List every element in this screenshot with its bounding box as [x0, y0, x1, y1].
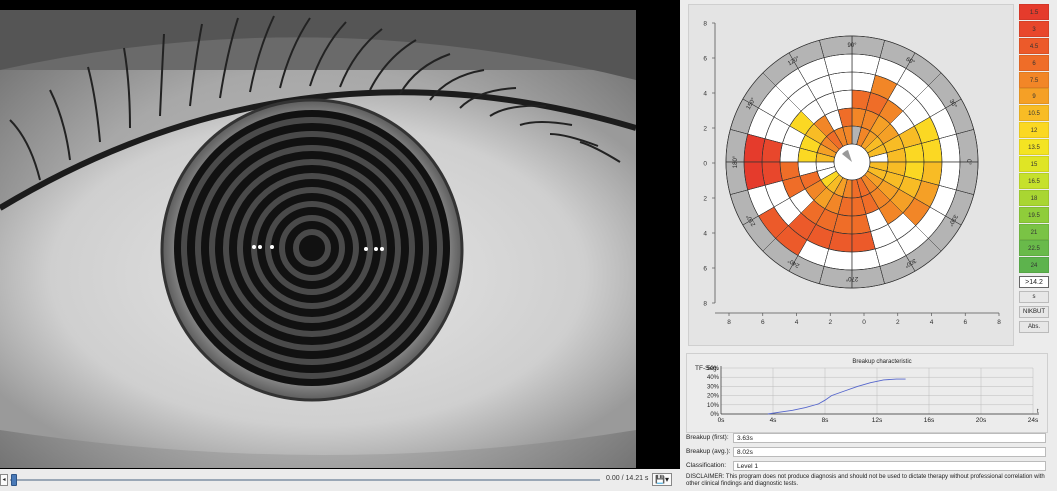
seek-track[interactable] — [10, 479, 600, 481]
y-tick-label: 4 — [703, 231, 707, 238]
breakup-y-tick: 20% — [707, 394, 720, 400]
save-dropdown-button[interactable]: 💾▾ — [652, 473, 672, 486]
breakup-avg-row: Breakup (avg.): 8.02s — [686, 447, 1048, 458]
time-readout: 0.00 / 14.21 s — [606, 475, 649, 482]
legend-swatch: 19.5 — [1019, 206, 1049, 223]
play-button[interactable]: ◂ — [0, 474, 8, 486]
breakup-x-tick: 4s — [770, 417, 778, 424]
legend-swatch: 13.5 — [1019, 139, 1049, 156]
breakup-chart: Breakup characteristicTF-Seg.50%40%30%20… — [695, 359, 1039, 424]
breakup-first-value: 3.63s — [733, 433, 1046, 443]
y-tick-label: 8 — [703, 301, 707, 308]
breakup-x-tick: 8s — [822, 417, 830, 424]
angle-label: 90° — [847, 43, 857, 49]
breakup-x-tick: 0s — [718, 417, 726, 424]
disclaimer-text: DISCLAIMER: This program does not produc… — [686, 474, 1045, 487]
angle-label: 0° — [965, 159, 971, 165]
x-tick-label: 4 — [795, 319, 799, 326]
legend-swatch: 7.5 — [1019, 71, 1049, 88]
breakup-title: Breakup characteristic — [852, 359, 911, 365]
breakup-y-tick: 10% — [707, 403, 720, 409]
angle-label: 270° — [845, 275, 858, 281]
polar-map: 8642024688 6 4 2 0 2 4 6 890°60°30°0°330°300°270… — [703, 21, 1001, 327]
legend-swatch: 21 — [1019, 223, 1049, 240]
y-tick-label: 2 — [703, 126, 707, 133]
polar-map-panel: 8 6 4 2 0 2 4 6 8 8 6 4 2 0 2 4 6 8 90° 60° 30° 0° 330° 300° 270… — [688, 4, 1014, 346]
breakup-x-tick: 12s — [872, 417, 883, 424]
x-tick-label: 6 — [761, 319, 765, 326]
classification-label: Classification: — [686, 462, 727, 469]
y-tick-label: 4 — [703, 91, 707, 98]
legend-swatch: 10.5 — [1019, 105, 1049, 122]
x-tick-label: 8 — [727, 319, 731, 326]
breakup-chart-panel: Breakup characteristic TF-Seg. 50% 40% 30% 20… — [686, 353, 1048, 433]
breakup-avg-label: Breakup (avg.): — [686, 448, 731, 455]
legend-swatch: 9 — [1019, 88, 1049, 105]
breakup-avg-value: 8.02s — [733, 447, 1046, 457]
legend-swatch: 3 — [1019, 20, 1049, 37]
legend-swatch: 24 — [1019, 257, 1049, 274]
legend-threshold-field[interactable]: >14.2 — [1019, 276, 1049, 289]
y-tick-label: 2 — [703, 196, 707, 203]
y-tick-label: 6 — [703, 56, 707, 63]
classification-row: Classification: Level 1 — [686, 461, 1048, 472]
x-tick-label: 0 — [862, 319, 866, 326]
unit-button[interactable]: s — [1019, 291, 1049, 304]
playback-bar: ◂ 0.00 / 14.21 s 💾▾ — [0, 471, 680, 489]
y-tick-label: 8 — [703, 21, 707, 28]
breakup-y-tick: 50% — [707, 366, 720, 372]
legend-swatch: 6 — [1019, 54, 1049, 71]
nikbut-button[interactable]: NIKBUT — [1019, 306, 1049, 319]
legend-swatch: 16.5 — [1019, 172, 1049, 189]
angle-label: 180° — [733, 155, 739, 168]
breakup-y-tick: 30% — [707, 384, 720, 390]
legend-swatch: 18 — [1019, 189, 1049, 206]
x-tick-label: 8 — [997, 319, 1001, 326]
breakup-x-tick: 16s — [924, 417, 935, 424]
eye-image — [0, 10, 636, 468]
breakup-x-tick: 20s — [976, 417, 987, 424]
legend-swatch: 12 — [1019, 122, 1049, 139]
video-pane: ◂ 0.00 / 14.21 s 💾▾ — [0, 0, 680, 491]
x-tick-label: 4 — [930, 319, 934, 326]
y-tick-label: 0 — [703, 161, 707, 168]
x-tick-label: 6 — [963, 319, 967, 326]
breakup-y-tick: 40% — [707, 375, 720, 381]
breakup-first-label: Breakup (first): — [686, 434, 729, 441]
breakup-x-tick: 24s — [1028, 417, 1039, 424]
breakup-series-line — [767, 378, 906, 415]
legend-swatch: 22.5 — [1019, 240, 1049, 257]
x-tick-label: 2 — [828, 319, 832, 326]
y-tick-label: 6 — [703, 266, 707, 273]
eye-image-frame — [0, 0, 680, 469]
legend-swatch: 15 — [1019, 156, 1049, 173]
classification-value: Level 1 — [733, 461, 1046, 471]
x-tick-label: 2 — [896, 319, 900, 326]
seek-handle[interactable] — [11, 474, 17, 486]
abs-button[interactable]: Abs. — [1019, 321, 1049, 334]
app-root: ◂ 0.00 / 14.21 s 💾▾ 8 6 4 2 0 2 4 6 8 8 6 4 2 0 2 4 6 8 90… — [0, 0, 1057, 491]
color-legend: 1.5 3 4.5 6 7.5 9 10.5 12 13.5 15 16.5 18 19.5 21 22.5… — [1019, 4, 1049, 334]
legend-swatch: 4.5 — [1019, 37, 1049, 54]
breakup-first-row: Breakup (first): 3.63s — [686, 433, 1048, 444]
legend-swatch: 1.5 — [1019, 4, 1049, 20]
